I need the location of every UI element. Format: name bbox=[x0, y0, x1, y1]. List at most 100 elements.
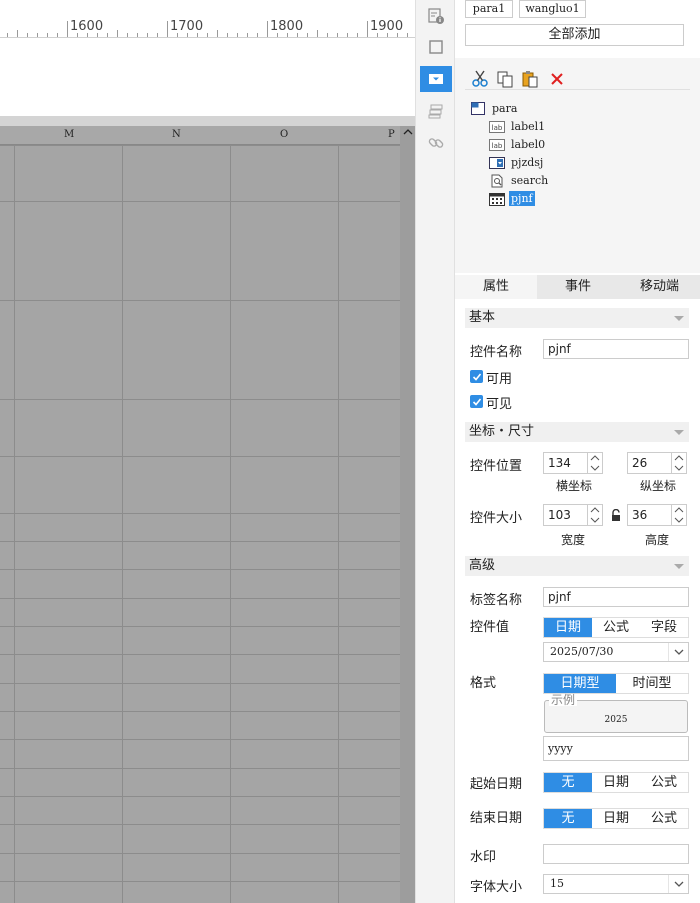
value-type-date[interactable]: 日期 bbox=[544, 618, 592, 637]
ruler-tick bbox=[157, 33, 158, 37]
tree-node[interactable]: lab label0 bbox=[489, 136, 547, 153]
ruler-label: 1800 bbox=[270, 19, 304, 34]
stepper-down-icon[interactable] bbox=[672, 515, 686, 525]
section-advanced[interactable]: 高级 bbox=[465, 556, 689, 576]
tab-events[interactable]: 事件 bbox=[537, 275, 619, 299]
chevron-down-icon bbox=[674, 316, 684, 321]
ruler-tick bbox=[47, 33, 48, 37]
chevron-down-icon[interactable] bbox=[668, 643, 688, 661]
grid-row-line bbox=[0, 654, 400, 655]
column-label-p[interactable]: P bbox=[388, 129, 395, 140]
stepper-down-icon[interactable] bbox=[588, 463, 602, 473]
add-all-button[interactable]: 全部添加 bbox=[465, 24, 684, 46]
tree-node-label: label1 bbox=[511, 120, 546, 133]
column-label-m[interactable]: M bbox=[64, 129, 74, 140]
canvas-separator bbox=[0, 116, 415, 126]
start-date-date[interactable]: 日期 bbox=[592, 773, 640, 792]
enabled-checkbox[interactable] bbox=[470, 370, 483, 383]
x-value[interactable]: 134 bbox=[543, 452, 587, 474]
cut-icon[interactable] bbox=[470, 69, 490, 89]
tree-node-root[interactable]: para bbox=[470, 100, 519, 117]
combo-widget-icon[interactable] bbox=[420, 66, 452, 92]
copy-icon[interactable] bbox=[495, 69, 515, 89]
example-value: 2025 bbox=[604, 715, 628, 725]
widget-name-input[interactable]: pjnf bbox=[543, 339, 689, 359]
svg-text:lab: lab bbox=[492, 142, 503, 150]
format-type-toggle: 日期型 时间型 bbox=[543, 673, 689, 694]
height-value[interactable]: 36 bbox=[627, 504, 671, 526]
stepper-up-icon[interactable] bbox=[588, 505, 602, 515]
widget-value-label: 控件值 bbox=[470, 620, 510, 635]
grid-row-line bbox=[0, 881, 400, 882]
end-date-none[interactable]: 无 bbox=[544, 809, 592, 828]
width-stepper[interactable]: 103 bbox=[543, 504, 603, 526]
watermark-input[interactable] bbox=[543, 844, 689, 864]
format-type-time[interactable]: 时间型 bbox=[616, 674, 688, 693]
frame-icon[interactable] bbox=[425, 36, 447, 58]
ruler-tick bbox=[57, 33, 58, 37]
format-type-date[interactable]: 日期型 bbox=[544, 674, 616, 693]
tree-node-selected[interactable]: pjnf bbox=[489, 190, 535, 207]
y-value[interactable]: 26 bbox=[627, 452, 671, 474]
paste-icon[interactable] bbox=[520, 69, 540, 89]
visible-label: 可见 bbox=[486, 397, 513, 412]
ruler-tick bbox=[117, 30, 118, 37]
unlock-icon[interactable] bbox=[610, 508, 622, 526]
ruler-tick bbox=[267, 21, 268, 37]
tree-node[interactable]: search bbox=[489, 172, 550, 189]
scroll-up-icon[interactable] bbox=[401, 128, 414, 140]
stepper-up-icon[interactable] bbox=[588, 453, 602, 463]
chevron-down-icon[interactable] bbox=[668, 875, 688, 893]
visible-checkbox[interactable] bbox=[470, 395, 483, 408]
grid-row-line bbox=[0, 300, 400, 301]
label-widget-icon: lab bbox=[489, 120, 505, 134]
tree-node[interactable]: lab label1 bbox=[489, 118, 547, 135]
section-coordinates[interactable]: 坐标・尺寸 bbox=[465, 422, 689, 442]
column-label-o[interactable]: O bbox=[280, 129, 288, 140]
date-value-select[interactable]: 2025/07/30 bbox=[543, 642, 689, 662]
y-stepper[interactable]: 26 bbox=[627, 452, 687, 474]
end-date-formula[interactable]: 公式 bbox=[640, 809, 688, 828]
tab-mobile[interactable]: 移动端 bbox=[619, 275, 700, 299]
value-type-formula[interactable]: 公式 bbox=[592, 618, 640, 637]
format-pattern-input[interactable]: yyyy bbox=[543, 736, 689, 761]
section-title: 高级 bbox=[469, 558, 496, 573]
font-size-select[interactable]: 15 bbox=[543, 874, 689, 894]
combo-widget-icon bbox=[489, 156, 505, 170]
tag-name-input[interactable]: pjnf bbox=[543, 587, 689, 607]
grid-row-line bbox=[0, 145, 400, 146]
sheet-grid[interactable] bbox=[0, 126, 400, 903]
widget-info-icon[interactable] bbox=[425, 5, 447, 27]
start-date-formula[interactable]: 公式 bbox=[640, 773, 688, 792]
link-icon[interactable] bbox=[425, 132, 447, 154]
design-canvas[interactable] bbox=[0, 38, 415, 116]
grid-row-line bbox=[0, 513, 400, 514]
x-stepper[interactable]: 134 bbox=[543, 452, 603, 474]
width-value[interactable]: 103 bbox=[543, 504, 587, 526]
stepper-down-icon[interactable] bbox=[588, 515, 602, 525]
param-button[interactable]: para1 bbox=[465, 0, 513, 18]
ruler-tick bbox=[107, 33, 108, 37]
height-stepper[interactable]: 36 bbox=[627, 504, 687, 526]
chevron-down-icon bbox=[674, 564, 684, 569]
tab-properties[interactable]: 属性 bbox=[455, 275, 537, 299]
ruler-tick bbox=[147, 33, 148, 37]
param-button[interactable]: wangluo1 bbox=[519, 0, 586, 18]
ruler-tick bbox=[7, 33, 8, 37]
value-type-field[interactable]: 字段 bbox=[640, 618, 688, 637]
ruler-tick bbox=[317, 30, 318, 37]
section-basic[interactable]: 基本 bbox=[465, 308, 689, 328]
delete-icon[interactable] bbox=[547, 69, 567, 89]
ruler-tick bbox=[257, 33, 258, 37]
end-date-date[interactable]: 日期 bbox=[592, 809, 640, 828]
column-label-n[interactable]: N bbox=[172, 129, 181, 140]
layers-icon[interactable] bbox=[425, 100, 447, 122]
stepper-down-icon[interactable] bbox=[672, 463, 686, 473]
ruler-tick bbox=[167, 21, 168, 37]
stepper-up-icon[interactable] bbox=[672, 453, 686, 463]
vertical-scrollbar[interactable] bbox=[400, 126, 415, 903]
stepper-up-icon[interactable] bbox=[672, 505, 686, 515]
tree-node[interactable]: pjzdsj bbox=[489, 154, 545, 171]
start-date-none[interactable]: 无 bbox=[544, 773, 592, 792]
format-label: 格式 bbox=[470, 676, 497, 691]
